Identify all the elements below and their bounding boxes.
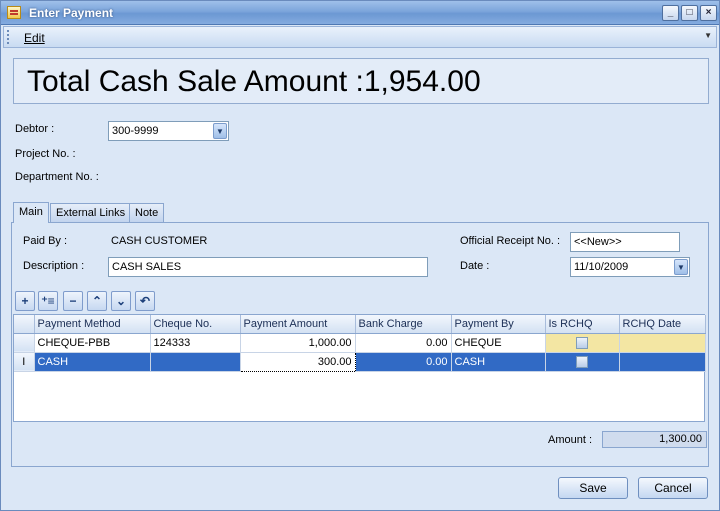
paid-by-label: Paid By : [23, 235, 68, 247]
col-is-rchq[interactable]: Is RCHQ [545, 315, 620, 334]
cell-rchq-date[interactable] [619, 352, 706, 372]
rchq-checkbox[interactable] [576, 355, 588, 368]
close-button[interactable]: × [700, 5, 717, 21]
save-button[interactable]: Save [558, 477, 628, 499]
menu-overflow-icon[interactable]: ▼ [704, 31, 712, 40]
description-field[interactable]: CASH SALES [108, 257, 428, 277]
debtor-label: Debtor : [15, 123, 55, 135]
tab-note[interactable]: Note [129, 203, 165, 222]
row-indicator[interactable]: I [14, 352, 35, 372]
chevron-down-icon[interactable]: ▼ [213, 123, 227, 139]
delete-row-icon[interactable]: − [63, 291, 83, 311]
cell-charge[interactable]: 0.00 [355, 333, 452, 353]
move-down-icon[interactable]: ⌄ [111, 291, 131, 311]
cell-method[interactable]: CASH [34, 352, 151, 372]
cell-method[interactable]: CHEQUE-PBB [34, 333, 151, 353]
cell-amount[interactable]: 1,000.00 [240, 333, 356, 353]
total-banner: Total Cash Sale Amount :1,954.00 [13, 58, 709, 104]
row-header[interactable] [14, 333, 35, 353]
col-cheque-no[interactable]: Cheque No. [150, 315, 241, 334]
chevron-down-icon[interactable]: ▼ [674, 259, 688, 275]
amount-value: 1,300.00 [602, 431, 707, 448]
description-value: CASH SALES [112, 261, 182, 273]
receipt-label: Official Receipt No. : [460, 235, 561, 247]
undo-icon[interactable]: ↶ [135, 291, 155, 311]
cell-cheque[interactable] [150, 352, 241, 372]
col-payment-amount[interactable]: Payment Amount [240, 315, 356, 334]
enter-payment-window: Enter Payment _ □ × Edit ▼ Total Cash Sa… [0, 0, 720, 511]
receipt-field[interactable]: <<New>> [570, 232, 680, 252]
col-rchq-date[interactable]: RCHQ Date [619, 315, 706, 334]
paid-by-value: CASH CUSTOMER [111, 235, 208, 247]
date-label: Date : [460, 260, 490, 272]
amount-label: Amount : [548, 434, 593, 446]
menu-edit[interactable]: Edit [24, 31, 45, 45]
rchq-checkbox[interactable] [576, 336, 588, 349]
cell-cheque[interactable]: 124333 [150, 333, 241, 353]
description-label: Description : [23, 260, 85, 272]
payment-grid[interactable]: Payment Method Cheque No. Payment Amount… [13, 314, 706, 422]
debtor-combo[interactable]: 300-9999 ▼ [108, 121, 229, 141]
cell-payment-by[interactable]: CASH [451, 352, 546, 372]
receipt-value: <<New>> [574, 236, 622, 248]
cell-is-rchq[interactable] [545, 333, 620, 353]
cell-amount[interactable]: 300.00 [239, 351, 356, 372]
minimize-button[interactable]: _ [662, 5, 679, 21]
grid-header-row: Payment Method Cheque No. Payment Amount… [14, 315, 706, 334]
add-row-icon[interactable]: + [15, 291, 35, 311]
col-bank-charge[interactable]: Bank Charge [355, 315, 452, 334]
cell-is-rchq[interactable] [545, 352, 620, 372]
date-picker[interactable]: 11/10/2009 ▼ [570, 257, 690, 277]
window-title: Enter Payment [29, 6, 114, 20]
title-bar[interactable]: Enter Payment _ □ × [1, 1, 719, 25]
total-amount-text: Total Cash Sale Amount :1,954.00 [27, 65, 481, 98]
project-label: Project No. : [15, 148, 76, 160]
maximize-button[interactable]: □ [681, 5, 698, 21]
tab-external-links[interactable]: External Links [50, 203, 132, 222]
debtor-value: 300-9999 [112, 125, 159, 137]
cell-rchq-date[interactable] [619, 333, 706, 353]
table-row[interactable]: CHEQUE-PBB 124333 1,000.00 0.00 CHEQUE [14, 333, 706, 353]
menu-grip-icon[interactable] [7, 30, 10, 44]
menu-bar: Edit ▼ [3, 26, 717, 48]
date-value: 11/10/2009 [574, 261, 629, 273]
insert-row-icon[interactable]: ⁺≡ [38, 291, 58, 311]
col-payment-method[interactable]: Payment Method [34, 315, 151, 334]
table-row[interactable]: I CASH 300.00 0.00 CASH [14, 351, 706, 372]
payment-table: Payment Method Cheque No. Payment Amount… [14, 315, 706, 372]
cell-charge[interactable]: 0.00 [355, 352, 452, 372]
cancel-button[interactable]: Cancel [638, 477, 708, 499]
col-payment-by[interactable]: Payment By [451, 315, 546, 334]
row-header-corner [14, 315, 35, 334]
tab-main[interactable]: Main [13, 202, 49, 223]
cell-payment-by[interactable]: CHEQUE [451, 333, 546, 353]
app-icon [7, 6, 21, 19]
move-up-icon[interactable]: ⌃ [87, 291, 107, 311]
department-label: Department No. : [15, 171, 99, 183]
